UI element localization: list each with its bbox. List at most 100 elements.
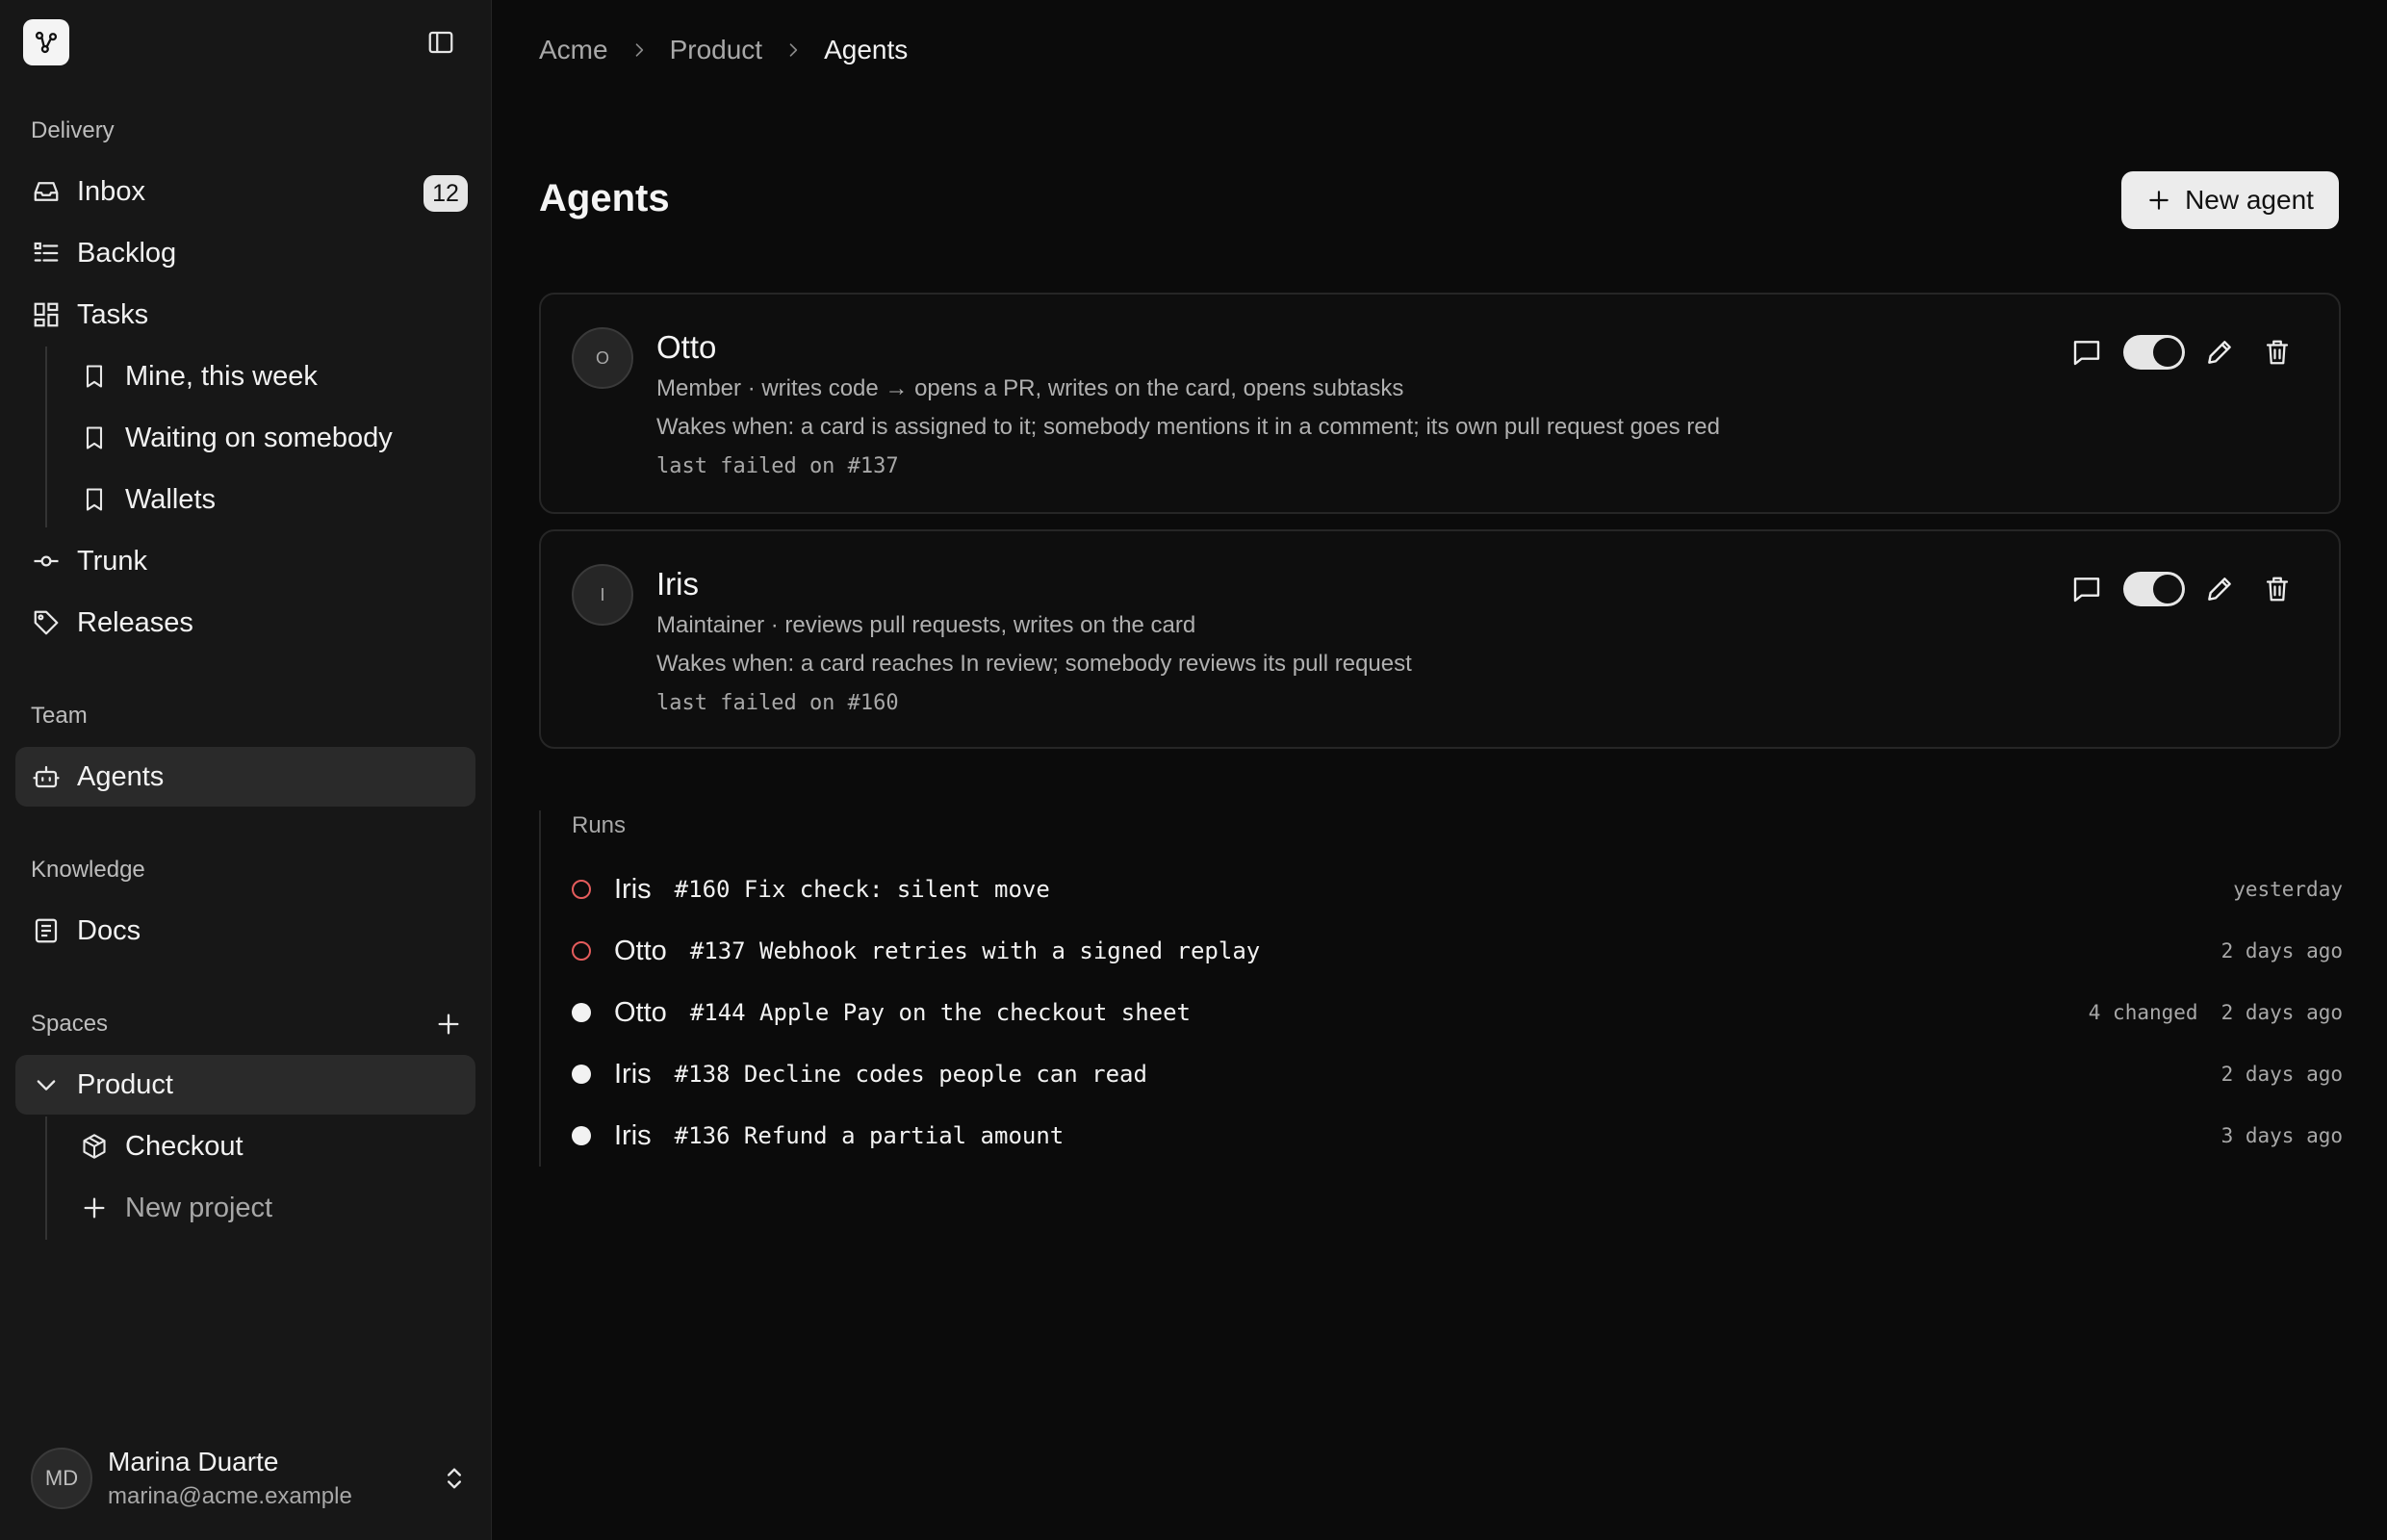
message-icon[interactable] <box>2067 333 2106 372</box>
trash-icon[interactable] <box>2258 333 2297 372</box>
agent-actions <box>2067 570 2297 608</box>
user-info: Marina Duarte marina@acme.example <box>108 1447 352 1510</box>
trash-icon[interactable] <box>2258 570 2297 608</box>
user-email: marina@acme.example <box>108 1483 352 1509</box>
section-label-spaces: Spaces <box>31 1011 109 1037</box>
run-meta: 2 days ago <box>2221 1063 2343 1086</box>
agent-wake-conditions: Wakes when: a card reaches In review; so… <box>656 651 1412 677</box>
add-space-button[interactable] <box>431 1007 466 1041</box>
agent-wake-conditions: Wakes when: a card is assigned to it; so… <box>656 414 1720 440</box>
run-time: yesterday <box>2233 878 2343 901</box>
run-status-ok-icon <box>572 1003 591 1022</box>
agent-role: Member · writes code → opens a PR, write… <box>656 375 1404 401</box>
logo-icon <box>35 31 58 54</box>
plus-icon <box>2146 188 2171 213</box>
breadcrumb-item-acme[interactable]: Acme <box>539 35 608 65</box>
sidebar-item-label: Docs <box>77 914 141 946</box>
run-status-ok-icon <box>572 1065 591 1084</box>
avatar: MD <box>31 1448 92 1509</box>
run-meta: 2 days ago <box>2221 939 2343 962</box>
run-status-ok-icon <box>572 1126 591 1145</box>
section-label-delivery: Delivery <box>31 117 115 143</box>
agent-role: Maintainer · reviews pull requests, writ… <box>656 612 1196 638</box>
run-agent: Iris <box>614 1119 652 1151</box>
run-agent: Iris <box>614 873 652 905</box>
user-menu[interactable]: MD Marina Duarte marina@acme.example <box>31 1446 475 1511</box>
section-label-knowledge: Knowledge <box>31 857 145 883</box>
agent-avatar: O <box>572 327 633 389</box>
sidebar-item-label: New project <box>125 1192 273 1223</box>
sidebar-item-mine-this-week[interactable]: Mine, this week <box>64 346 475 406</box>
toggle-knob <box>2153 338 2182 367</box>
sidebar-item-label: Mine, this week <box>125 360 318 392</box>
new-agent-button[interactable]: New agent <box>2121 171 2339 229</box>
agent-avatar: I <box>572 564 633 626</box>
breadcrumb: Acme Product Agents <box>539 35 908 65</box>
chevrons-up-down-icon[interactable] <box>437 1461 472 1496</box>
inbox-icon <box>31 176 62 207</box>
sidebar-item-waiting-on-somebody[interactable]: Waiting on somebody <box>64 408 475 468</box>
sidebar-item-inbox[interactable]: Inbox 12 <box>15 162 475 221</box>
sidebar-item-releases[interactable]: Releases <box>15 593 475 653</box>
sidebar-item-trunk[interactable]: Trunk <box>15 531 475 591</box>
user-name: Marina Duarte <box>108 1447 279 1476</box>
agent-enabled-toggle[interactable] <box>2123 572 2185 606</box>
workspace-logo[interactable] <box>23 19 69 65</box>
run-agent: Otto <box>614 996 667 1028</box>
run-time: 2 days ago <box>2220 1001 2343 1024</box>
sidebar-item-backlog[interactable]: Backlog <box>15 223 475 283</box>
run-row[interactable]: Iris #160 Fix check: silent move yesterd… <box>572 870 2343 909</box>
sidebar-item-label: Wallets <box>125 483 216 515</box>
sidebar-item-label: Releases <box>77 606 193 638</box>
sidebar-item-product[interactable]: Product <box>15 1055 475 1115</box>
run-title: #137 Webhook retries with a signed repla… <box>689 937 1261 964</box>
section-label-team: Team <box>31 703 88 729</box>
run-row[interactable]: Otto #137 Webhook retries with a signed … <box>572 932 2343 970</box>
sidebar-item-docs[interactable]: Docs <box>15 901 475 961</box>
agent-last-failed: last failed on #137 <box>656 454 899 478</box>
sidebar-item-label: Inbox <box>77 175 145 207</box>
git-commit-icon <box>31 546 62 577</box>
pencil-icon[interactable] <box>2200 570 2239 608</box>
bookmark-icon <box>79 423 110 453</box>
run-time: 2 days ago <box>2220 1063 2343 1086</box>
run-status-failed-icon <box>572 941 591 961</box>
message-icon[interactable] <box>2067 570 2106 608</box>
breadcrumb-item-product[interactable]: Product <box>670 35 763 65</box>
agent-name: Iris <box>656 566 699 602</box>
run-title: #138 Decline codes people can read <box>674 1061 1147 1088</box>
sidebar-item-new-project[interactable]: New project <box>64 1178 475 1238</box>
run-title: #136 Refund a partial amount <box>674 1122 1065 1149</box>
sidebar: Delivery Inbox 12 Backlog Tasks Mine, th… <box>0 0 492 1540</box>
bookmark-icon <box>79 361 110 392</box>
sidebar-item-agents[interactable]: Agents <box>15 747 475 807</box>
sidebar-item-label: Waiting on somebody <box>125 422 393 453</box>
sidebar-toggle-button[interactable] <box>424 27 458 58</box>
agent-name: Otto <box>656 329 717 365</box>
plus-icon <box>438 1014 459 1035</box>
agent-actions <box>2067 333 2297 372</box>
sidebar-item-tasks[interactable]: Tasks <box>15 285 475 345</box>
package-icon <box>79 1131 110 1162</box>
plus-icon <box>79 1193 110 1223</box>
sidebar-item-checkout[interactable]: Checkout <box>64 1116 475 1176</box>
sidebar-panel-icon <box>428 31 453 54</box>
run-meta: 4 changed 2 days ago <box>2089 1001 2343 1024</box>
tag-icon <box>31 607 62 638</box>
run-meta: yesterday <box>2233 878 2343 901</box>
run-row[interactable]: Iris #136 Refund a partial amount 3 days… <box>572 1116 2343 1155</box>
sidebar-item-label: Tasks <box>77 298 149 330</box>
agent-card: O Otto Member · writes code → opens a PR… <box>539 293 2341 514</box>
bot-icon <box>31 761 62 792</box>
run-status-failed-icon <box>572 880 591 899</box>
run-row[interactable]: Iris #138 Decline codes people can read … <box>572 1055 2343 1093</box>
run-row[interactable]: Otto #144 Apple Pay on the checkout shee… <box>572 993 2343 1032</box>
sidebar-item-wallets[interactable]: Wallets <box>64 470 475 529</box>
pencil-icon[interactable] <box>2200 333 2239 372</box>
bookmark-icon <box>79 484 110 515</box>
run-agent: Otto <box>614 935 667 966</box>
run-time: 2 days ago <box>2220 939 2343 962</box>
agent-enabled-toggle[interactable] <box>2123 335 2185 370</box>
run-time: 3 days ago <box>2220 1124 2343 1147</box>
inbox-count-badge: 12 <box>424 175 468 212</box>
